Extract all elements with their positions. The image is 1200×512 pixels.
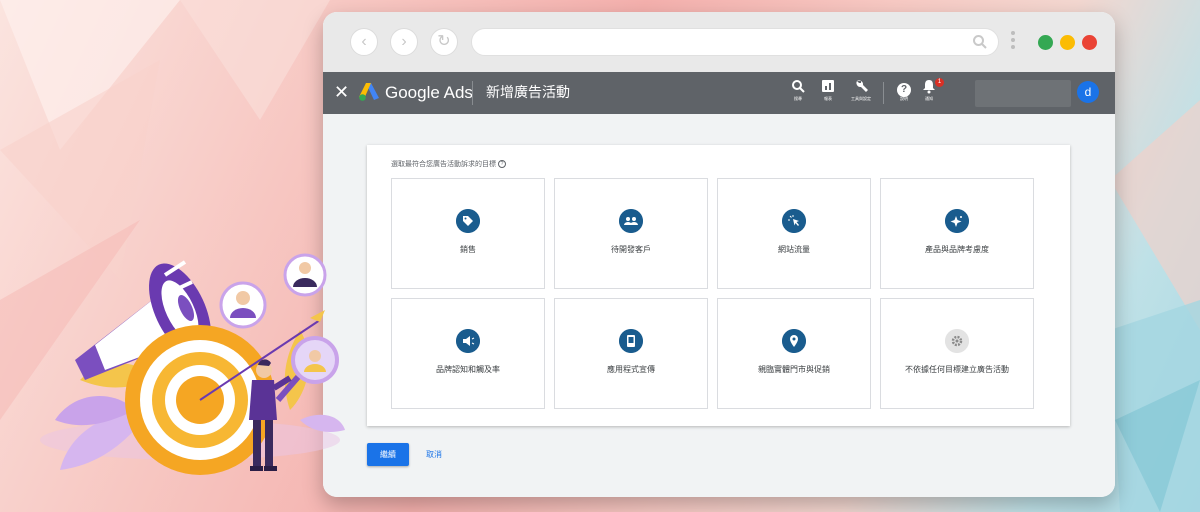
google-ads-logo: [359, 83, 379, 101]
goal-selection-card: 選取最符合您廣告活動訴求的目標? 銷售 待開發客戶 網站流量 產品與品牌考慮度 …: [367, 145, 1070, 426]
goal-tile-leads[interactable]: 待開發客戶: [554, 178, 708, 289]
phone-icon: [619, 329, 643, 353]
header-divider: [883, 82, 884, 104]
account-selector[interactable]: [975, 80, 1071, 107]
location-pin-icon: [782, 329, 806, 353]
chevron-left-icon: ‹: [361, 33, 367, 50]
search-icon: [973, 35, 987, 49]
goal-tile-local-store-visits[interactable]: 親臨實體門市與促銷: [717, 298, 871, 409]
search-icon: [792, 80, 805, 93]
goal-tile-sales[interactable]: 銷售: [391, 178, 545, 289]
more-menu-icon[interactable]: [1011, 31, 1015, 52]
goal-tile-no-goal[interactable]: 不依據任何目標建立廣告活動: [880, 298, 1034, 409]
window-dot-green[interactable]: [1038, 35, 1053, 50]
gear-icon: [945, 329, 969, 353]
brand-name: Google Ads: [385, 83, 473, 102]
goal-prompt: 選取最符合您廣告活動訴求的目標?: [391, 160, 506, 170]
wrench-icon: [856, 80, 868, 92]
tool-reports[interactable]: 報表: [810, 78, 846, 102]
main-content: 選取最符合您廣告活動訴求的目標? 銷售 待開發客戶 網站流量 產品與品牌考慮度 …: [323, 114, 1115, 497]
tool-tools-settings[interactable]: 工具與設定: [843, 78, 879, 102]
browser-window: ‹ › ↻ ✕ Google Ads 新增廣告活動 搜尋 報表 工具與設定 ? …: [323, 12, 1115, 497]
megaphone-icon: [456, 329, 480, 353]
reload-button[interactable]: ↻: [430, 28, 458, 56]
goal-tile-app-promotion[interactable]: 應用程式宣傳: [554, 298, 708, 409]
people-icon: [619, 209, 643, 233]
forward-button[interactable]: ›: [390, 28, 418, 56]
tag-icon: [456, 209, 480, 233]
address-bar[interactable]: [471, 28, 999, 56]
notification-badge: 1: [935, 78, 944, 87]
continue-button[interactable]: 繼續: [367, 443, 409, 466]
bell-icon: [923, 80, 935, 94]
chevron-right-icon: ›: [401, 33, 407, 50]
close-icon[interactable]: ✕: [334, 81, 349, 103]
window-dot-red[interactable]: [1082, 35, 1097, 50]
help-icon[interactable]: ?: [498, 160, 506, 169]
browser-toolbar: ‹ › ↻: [323, 12, 1115, 72]
reload-icon: ↻: [437, 33, 451, 50]
back-button[interactable]: ‹: [350, 28, 378, 56]
goal-tile-consideration[interactable]: 產品與品牌考慮度: [880, 178, 1034, 289]
report-icon: [822, 80, 834, 92]
cursor-click-icon: [782, 209, 806, 233]
avatar[interactable]: d: [1077, 81, 1099, 103]
goal-tile-awareness-reach[interactable]: 品牌認知和觸及率: [391, 298, 545, 409]
window-dot-yellow[interactable]: [1060, 35, 1075, 50]
cancel-button[interactable]: 取消: [426, 443, 442, 466]
header-divider: [472, 81, 473, 105]
sparkle-icon: [945, 209, 969, 233]
page-title: 新增廣告活動: [486, 84, 570, 100]
goal-tile-website-traffic[interactable]: 網站流量: [717, 178, 871, 289]
ads-header: ✕ Google Ads 新增廣告活動 搜尋 報表 工具與設定 ? 說明 通知: [323, 72, 1115, 114]
